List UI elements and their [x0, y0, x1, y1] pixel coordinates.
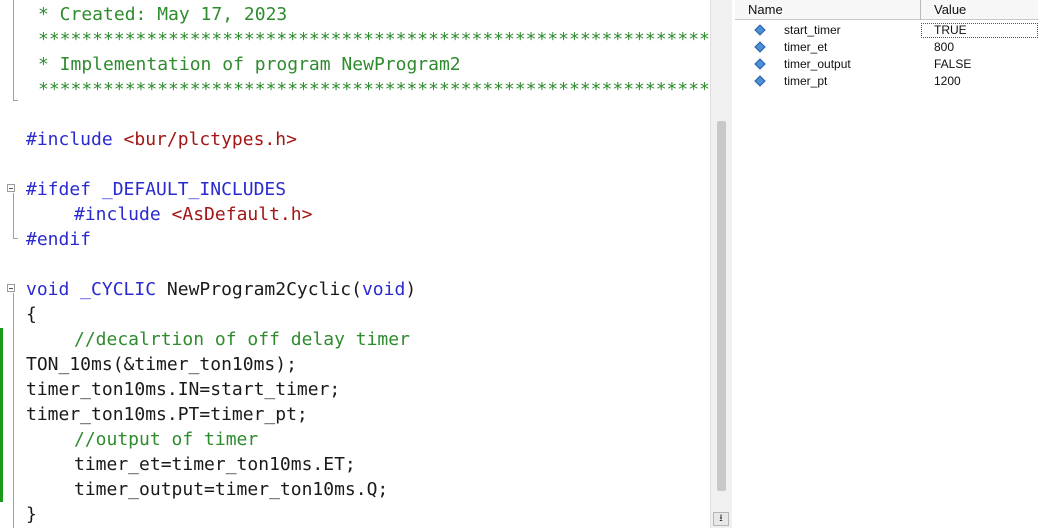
watch-variable-value[interactable]: 800 — [934, 39, 954, 56]
code-line: #include <AsDefault.h> — [74, 202, 312, 227]
code-string: <bur/plctypes.h> — [123, 129, 297, 150]
fold-guide — [13, 0, 14, 101]
column-header-value[interactable]: Value — [921, 0, 1038, 20]
code-line: //decalrtion of off delay timer — [74, 329, 410, 350]
watch-panel: Name Value start_timer TRUE timer_et 800… — [735, 0, 1038, 528]
fold-guide — [13, 193, 14, 239]
code-line: timer_output=timer_ton10ms.Q; — [74, 479, 389, 500]
watch-variable-name: start_timer — [784, 23, 841, 37]
code-line: timer_ton10ms.IN=start_timer; — [26, 379, 341, 400]
column-header-name[interactable]: Name — [735, 0, 920, 20]
code-keyword: #include — [74, 204, 161, 225]
code-line: TON_10ms(&timer_ton10ms); — [26, 354, 297, 375]
watch-variable-name: timer_output — [784, 57, 851, 71]
scrollbar-thumb[interactable] — [717, 121, 726, 491]
code-line: #ifdef _DEFAULT_INCLUDES — [26, 179, 287, 200]
watch-variable-value[interactable]: 1200 — [934, 73, 961, 90]
watch-header: Name Value — [735, 0, 1038, 20]
fold-toggle-function[interactable] — [7, 284, 15, 292]
change-marker-bar — [0, 328, 3, 502]
code-line: void _CYCLIC NewProgram2Cyclic(void) — [26, 277, 416, 302]
code-line: * Created: May 17, 2023 — [38, 4, 288, 25]
watch-row[interactable]: start_timer TRUE — [735, 22, 1038, 39]
watch-variable-value[interactable]: FALSE — [934, 56, 971, 73]
variable-diamond-icon — [754, 58, 766, 70]
fold-guide-end — [13, 238, 18, 239]
fold-guide-end — [13, 100, 18, 101]
watch-row[interactable]: timer_pt 1200 — [735, 73, 1038, 90]
watch-variable-value[interactable]: TRUE — [934, 22, 967, 39]
watch-variable-name: timer_pt — [784, 74, 828, 88]
code-line: } — [26, 504, 37, 525]
watch-row[interactable]: timer_et 800 — [735, 39, 1038, 56]
code-line: //output of timer — [74, 429, 259, 450]
code-line: ****************************************… — [38, 29, 710, 50]
code-keyword: void _CYCLIC — [26, 279, 157, 300]
code-line: timer_et=timer_ton10ms.ET; — [74, 454, 356, 475]
variable-diamond-icon — [754, 41, 766, 53]
code-line: timer_ton10ms.PT=timer_pt; — [26, 404, 308, 425]
code-keyword: void — [361, 279, 406, 300]
code-line: * Implementation of program NewProgram2 — [38, 54, 461, 75]
variable-diamond-icon — [754, 24, 766, 36]
code-line: { — [26, 304, 37, 325]
fold-toggle-ifdef[interactable] — [7, 184, 15, 192]
code-string: <AsDefault.h> — [171, 204, 313, 225]
watch-row[interactable]: timer_output FALSE — [735, 56, 1038, 73]
fold-guide — [13, 293, 14, 528]
code-line: ****************************************… — [38, 79, 710, 100]
code-line: #include <bur/plctypes.h> — [26, 127, 297, 152]
code-editor[interactable]: * Created: May 17, 2023 ****************… — [0, 0, 710, 528]
watch-variable-name: timer_et — [784, 40, 828, 54]
code-function-name: NewProgram2Cyclic( — [166, 279, 362, 300]
editor-vertical-scrollbar[interactable]: ⭳ — [710, 0, 732, 528]
code-keyword: #include — [26, 129, 113, 150]
variable-diamond-icon — [754, 75, 766, 87]
scroll-to-end-button[interactable]: ⭳ — [713, 512, 729, 526]
code-punct: ) — [405, 279, 417, 300]
code-line: #endif — [26, 229, 92, 250]
